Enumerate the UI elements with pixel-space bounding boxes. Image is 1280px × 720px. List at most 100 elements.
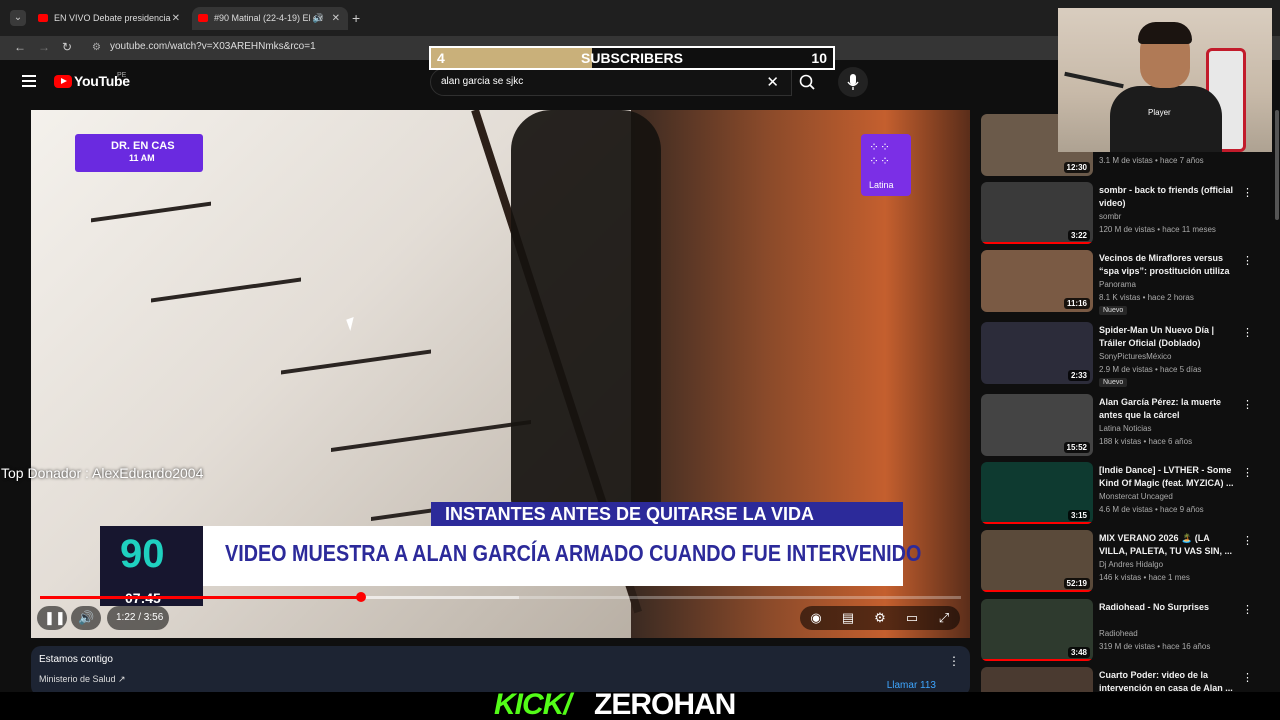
- video-title[interactable]: Vecinos de Miraflores versus “spa vips”:…: [1099, 252, 1234, 278]
- more-actions-icon[interactable]: ⋮: [1242, 671, 1253, 684]
- watched-progress: [981, 590, 1093, 592]
- recommendation-item[interactable]: 3:22 sombr - back to friends (official vi…: [980, 182, 1280, 246]
- subscriber-target: 10: [811, 50, 827, 66]
- close-tab-icon[interactable]: ✕: [172, 7, 180, 30]
- recommendation-item[interactable]: 3:48 Radiohead - No Surprises Radiohead 319…: [980, 599, 1280, 663]
- youtube-logo-icon[interactable]: [54, 75, 72, 88]
- channel-name[interactable]: Dj Andres Hidalgo: [1099, 560, 1163, 569]
- recommendation-item[interactable]: 2:33 Spider-Man Un Nuevo Día | Tráiler Of…: [980, 322, 1280, 387]
- youtube-favicon-icon: [198, 14, 208, 22]
- channel-name[interactable]: Panorama: [1099, 280, 1136, 289]
- audio-playing-icon[interactable]: 🔊: [313, 7, 324, 30]
- forward-icon[interactable]: →: [38, 40, 50, 54]
- streamer-hair: [1138, 22, 1192, 44]
- video-title[interactable]: Alan García Pérez: la muerte antes que l…: [1099, 396, 1234, 422]
- search-icon: [799, 74, 815, 90]
- video-thumbnail[interactable]: 2:33: [981, 322, 1093, 384]
- info-panel-link[interactable]: Ministerio de Salud ↗: [39, 674, 126, 685]
- pause-icon[interactable]: ❚❚: [44, 610, 66, 626]
- recommendation-item[interactable]: 3:15 [Indie Dance] - LVTHER - Some Kind O…: [980, 462, 1280, 526]
- headline-kicker: INSTANTES ANTES DE QUITARSE LA VIDA: [431, 502, 903, 526]
- more-actions-icon[interactable]: ⋮: [1242, 466, 1253, 479]
- recommendation-item[interactable]: 15:52 Alan García Pérez: la muerte antes …: [980, 394, 1280, 458]
- channel-name[interactable]: sombr: [1099, 212, 1121, 221]
- more-options-icon[interactable]: ⋮: [948, 654, 960, 668]
- video-duration: 15:52: [1063, 442, 1090, 453]
- more-actions-icon[interactable]: ⋮: [1242, 254, 1253, 267]
- reload-icon[interactable]: ↻: [62, 40, 72, 54]
- menu-icon[interactable]: [22, 75, 36, 87]
- program-logo: 90 07:45: [100, 526, 203, 606]
- headline-main-text: VIDEO MUESTRA A ALAN GARCÍA ARMADO CUAND…: [225, 540, 922, 566]
- video-title[interactable]: [Indie Dance] - LVTHER - Some Kind Of Ma…: [1099, 464, 1234, 490]
- browser-tab-active[interactable]: #90 Matinal (22-4-19) El ex 🔊 ✕: [192, 7, 348, 30]
- search-query[interactable]: alan garcia se sjkc: [441, 76, 523, 87]
- video-thumbnail[interactable]: 15:52: [981, 394, 1093, 456]
- tab-title: EN VIVO Debate presidencia: [54, 13, 171, 23]
- headline-kicker-text: INSTANTES ANTES DE QUITARSE LA VIDA: [445, 504, 815, 524]
- progress-played: [40, 596, 361, 599]
- recommendation-item[interactable]: 52:19 MIX VERANO 2026 🏝️ (LA VILLA, PALET…: [980, 530, 1280, 594]
- video-thumbnail[interactable]: 3:15: [981, 462, 1093, 524]
- video-meta: 146 k vistas • hace 1 mes: [1099, 573, 1190, 582]
- video-meta: 8.1 K vistas • hace 2 horas: [1099, 293, 1194, 302]
- autoplay-toggle-icon[interactable]: ◉: [808, 610, 824, 626]
- channel-logo: ⁘⁘ ⁘⁘ Latina: [861, 134, 911, 196]
- video-thumbnail[interactable]: 11:16: [981, 250, 1093, 312]
- progress-scrubber[interactable]: [355, 592, 366, 602]
- video-title[interactable]: Spider-Man Un Nuevo Día | Tráiler Oficia…: [1099, 324, 1234, 350]
- video-title[interactable]: sombr - back to friends (official video): [1099, 184, 1234, 210]
- back-icon[interactable]: ←: [14, 40, 26, 54]
- more-actions-icon[interactable]: ⋮: [1242, 186, 1253, 199]
- browser-tab[interactable]: EN VIVO Debate presidencia ✕: [32, 7, 188, 30]
- latina-logo-icon: ⁘⁘ ⁘⁘: [869, 140, 892, 168]
- subtitles-icon[interactable]: ▤: [840, 610, 856, 626]
- more-actions-icon[interactable]: ⋮: [1242, 534, 1253, 547]
- new-tab-icon[interactable]: +: [352, 10, 360, 26]
- video-title[interactable]: Radiohead - No Surprises: [1099, 601, 1234, 614]
- video-meta: 2.9 M de vistas • hace 5 días: [1099, 365, 1202, 374]
- video-meta: 188 k vistas • hace 6 años: [1099, 437, 1193, 446]
- video-duration: 52:19: [1063, 578, 1090, 589]
- channel-name[interactable]: Monstercat Uncaged: [1099, 492, 1173, 501]
- volume-icon[interactable]: 🔊: [78, 610, 94, 626]
- clear-search-icon[interactable]: ✕: [766, 73, 779, 91]
- call-button[interactable]: Llamar 113: [887, 680, 936, 691]
- program-logo-number: 90: [120, 532, 165, 576]
- more-actions-icon[interactable]: ⋮: [1242, 603, 1253, 616]
- tab-search-icon[interactable]: ⌄: [10, 10, 26, 26]
- video-meta: 120 M de vistas • hace 11 meses: [1099, 225, 1216, 234]
- video-thumbnail[interactable]: 3:22: [981, 182, 1093, 244]
- video-figure: [511, 110, 661, 510]
- theater-mode-icon[interactable]: ▭: [904, 610, 920, 626]
- video-thumbnail[interactable]: 3:48: [981, 599, 1093, 661]
- channel-name[interactable]: Radiohead: [1099, 629, 1138, 638]
- channel-name[interactable]: Latina Noticias: [1099, 424, 1151, 433]
- channel-name[interactable]: SonyPicturesMéxico: [1099, 352, 1171, 361]
- more-actions-icon[interactable]: ⋮: [1242, 398, 1253, 411]
- video-player[interactable]: DR. EN CAS 11 AM ⁘⁘ ⁘⁘ Latina INSTANTES A…: [31, 110, 970, 638]
- close-tab-icon[interactable]: ✕: [332, 7, 340, 30]
- settings-gear-icon[interactable]: ⚙: [872, 610, 888, 626]
- shirt-print: Player: [1148, 108, 1171, 117]
- channel-logo-text: Latina: [869, 180, 894, 190]
- search-input[interactable]: alan garcia se sjkc ✕: [430, 68, 792, 96]
- video-thumbnail[interactable]: 52:19: [981, 530, 1093, 592]
- recommendation-item[interactable]: 11:16 Vecinos de Miraflores versus “spa v…: [980, 250, 1280, 315]
- tab-title: #90 Matinal (22-4-19) El ex: [214, 13, 323, 23]
- more-actions-icon[interactable]: ⋮: [1242, 326, 1253, 339]
- url-field[interactable]: youtube.com/watch?v=X03AREHNmks&rco=1: [110, 41, 316, 52]
- video-title[interactable]: MIX VERANO 2026 🏝️ (LA VILLA, PALETA, TU…: [1099, 532, 1234, 558]
- fullscreen-icon[interactable]: ⤢: [936, 610, 952, 626]
- progress-bar[interactable]: [40, 592, 961, 602]
- subscriber-goal-label: SUBSCRIBERS: [581, 50, 683, 66]
- video-duration: 3:15: [1067, 510, 1090, 521]
- new-badge: Nuevo: [1099, 378, 1128, 387]
- subscriber-goal-bar: 4 SUBSCRIBERS 10: [429, 46, 835, 70]
- voice-search-button[interactable]: [838, 67, 868, 97]
- sidebar-scrollbar[interactable]: [1275, 110, 1279, 220]
- watched-progress: [981, 659, 1093, 661]
- program-badge-title: DR. EN CAS: [111, 140, 175, 152]
- site-info-icon[interactable]: ⚙: [92, 42, 101, 53]
- search-button[interactable]: [792, 68, 824, 96]
